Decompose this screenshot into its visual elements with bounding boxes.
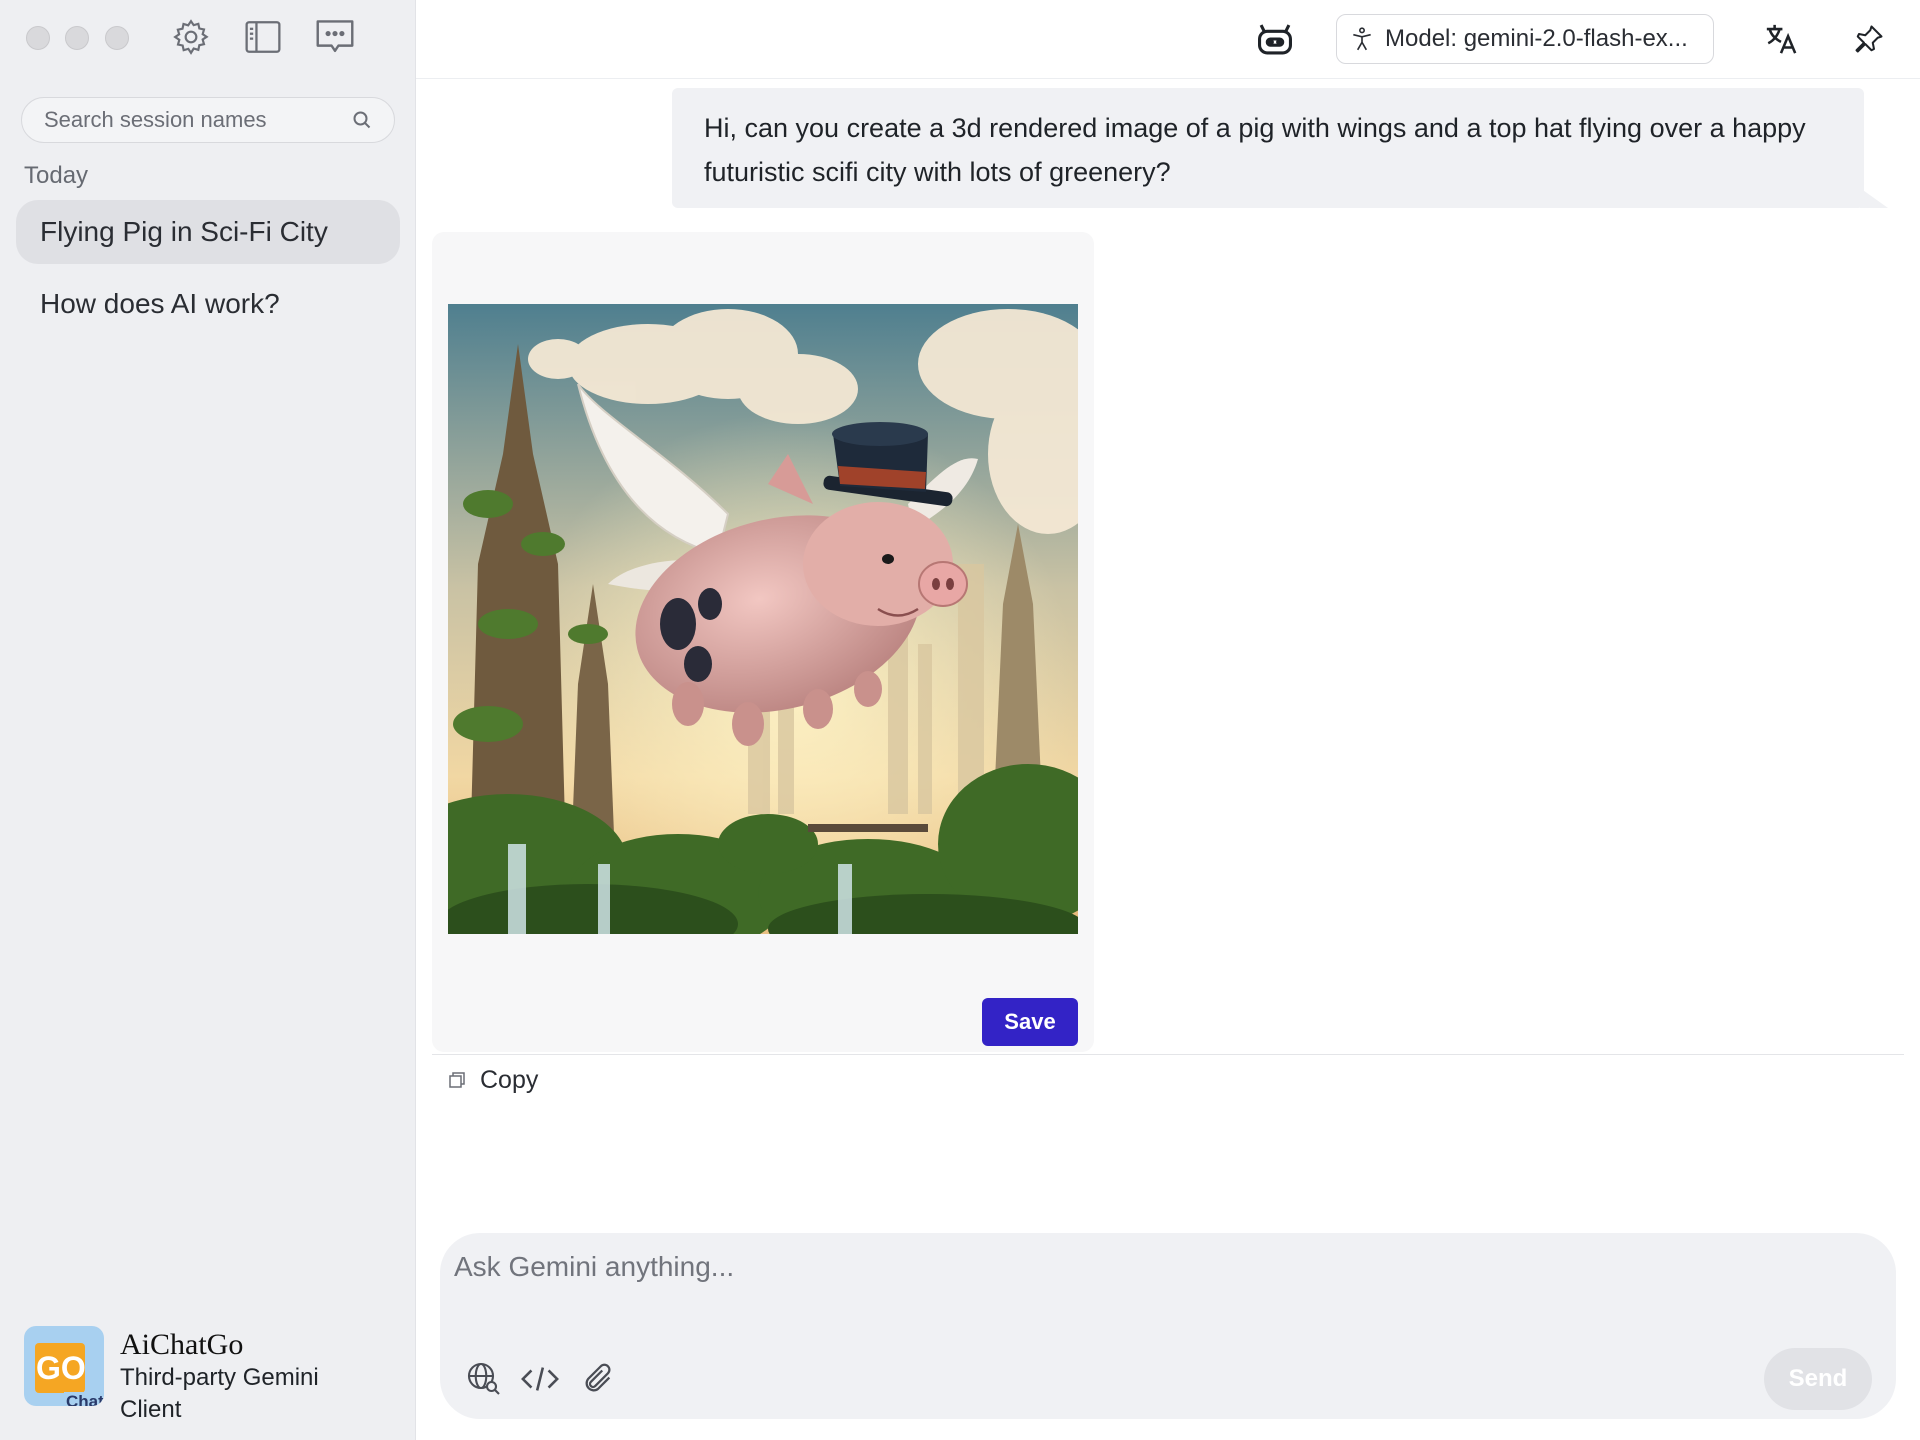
window-close-button[interactable]: [26, 26, 50, 50]
bubble-tail: [1860, 188, 1888, 208]
sidebar-toggle-button[interactable]: [240, 14, 286, 60]
bot-button[interactable]: [1252, 16, 1298, 62]
bot-icon: [1258, 24, 1292, 55]
app-brand: GO Chat AiChatGo Third-party Gemini Clie…: [24, 1326, 350, 1426]
app-name: AiChatGo: [120, 1328, 244, 1361]
app-logo: GO Chat: [24, 1326, 104, 1406]
logo-subtext: Chat: [64, 1392, 104, 1406]
code-button[interactable]: [518, 1357, 562, 1401]
pin-button[interactable]: [1846, 16, 1892, 62]
web-search-button[interactable]: [462, 1357, 506, 1401]
search-icon[interactable]: [352, 110, 372, 130]
session-item-flying-pig[interactable]: Flying Pig in Sci-Fi City: [16, 200, 400, 264]
code-icon: [521, 1367, 559, 1391]
sidebar-toggle-icon: [245, 21, 281, 53]
app-subtitle: Third-party Gemini Client: [120, 1364, 319, 1423]
copy-icon: [449, 1072, 465, 1088]
translate-icon: [1766, 24, 1797, 54]
search-input[interactable]: [44, 107, 352, 133]
settings-button[interactable]: [168, 14, 214, 60]
window-maximize-button[interactable]: [105, 26, 129, 50]
top-bar: Model: gemini-2.0-flash-ex...: [416, 0, 1920, 79]
section-today-label: Today: [24, 162, 89, 189]
save-button[interactable]: Save: [982, 998, 1078, 1046]
settings-icon: [173, 19, 209, 55]
pin-icon: [1855, 25, 1883, 53]
model-selector[interactable]: Model: gemini-2.0-flash-ex...: [1336, 14, 1714, 64]
ai-response-card: Save: [432, 232, 1094, 1052]
attach-button[interactable]: [576, 1357, 620, 1401]
generated-image[interactable]: [448, 304, 1078, 934]
copy-button[interactable]: Copy: [448, 1062, 538, 1098]
session-item-ai-work[interactable]: How does AI work?: [16, 272, 400, 336]
sidebar: Today Flying Pig in Sci-Fi City How does…: [0, 0, 416, 1440]
translate-button[interactable]: [1758, 16, 1804, 62]
divider: [432, 1054, 1904, 1055]
session-item-label: Flying Pig in Sci-Fi City: [40, 216, 328, 247]
window-minimize-button[interactable]: [65, 26, 89, 50]
session-item-label: How does AI work?: [40, 288, 280, 319]
message-input[interactable]: [454, 1251, 1854, 1311]
user-message-bubble: Hi, can you create a 3d rendered image o…: [672, 88, 1864, 208]
paperclip-icon: [585, 1363, 611, 1392]
copy-label: Copy: [480, 1065, 539, 1094]
globe-search-icon: [467, 1362, 500, 1395]
logo-text: GO: [36, 1350, 86, 1386]
session-search: [21, 97, 395, 143]
message-composer: Send: [440, 1233, 1896, 1419]
send-button[interactable]: Send: [1764, 1348, 1872, 1410]
new-chat-button[interactable]: [312, 14, 358, 60]
model-label: Model: gemini-2.0-flash-ex...: [1385, 25, 1688, 52]
new-chat-icon: [316, 20, 354, 53]
accessibility-icon: [1353, 27, 1371, 51]
user-message-text: Hi, can you create a 3d rendered image o…: [704, 113, 1806, 187]
